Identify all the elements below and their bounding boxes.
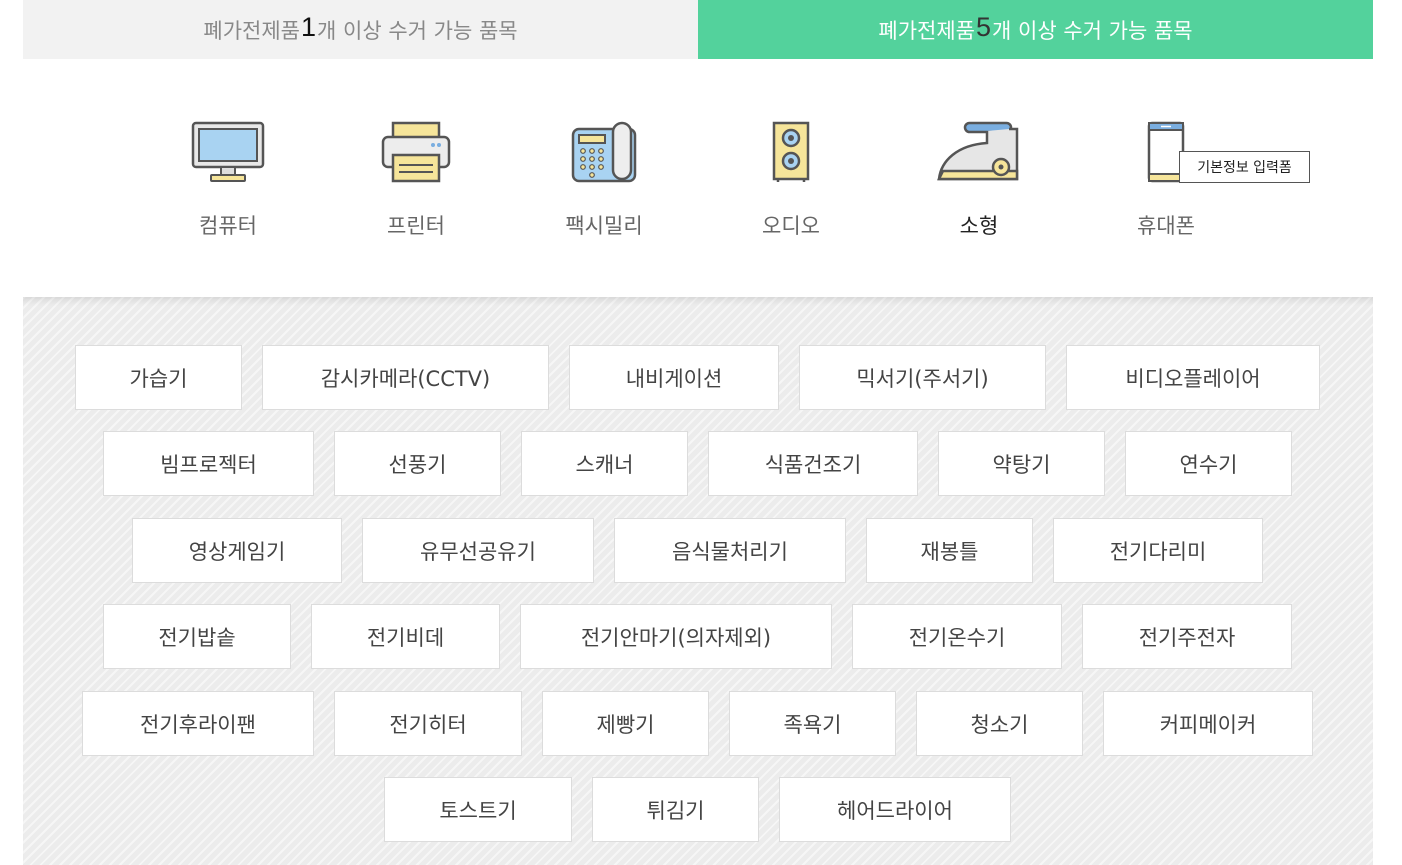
category-label: 휴대폰: [1137, 214, 1195, 238]
tab-1-plus-items[interactable]: 폐가전제품 1개 이상 수거 가능 품목: [23, 0, 698, 59]
item-button[interactable]: 전기안마기(의자제외): [520, 604, 832, 669]
item-button[interactable]: 식품건조기: [708, 431, 918, 496]
item-button[interactable]: 선풍기: [334, 431, 501, 496]
item-button[interactable]: 내비게이션: [569, 345, 779, 410]
item-button[interactable]: 튀김기: [592, 777, 759, 842]
item-button[interactable]: 전기비데: [311, 604, 500, 669]
item-button[interactable]: 전기온수기: [852, 604, 1062, 669]
tab-1-prefix: 폐가전제품: [203, 18, 300, 43]
printer-icon: [336, 117, 496, 183]
item-row: 영상게임기 유무선공유기 음식물처리기 재봉틀 전기다리미: [23, 518, 1373, 583]
tab-1-count: 1: [300, 12, 317, 42]
category-audio[interactable]: 오디오: [711, 117, 871, 240]
item-button[interactable]: 재봉틀: [866, 518, 1033, 583]
tab-5-suffix: 개 이상 수거 가능 품목: [992, 18, 1193, 43]
category-label: 컴퓨터: [199, 214, 257, 238]
category-small-appliance[interactable]: 소형: [899, 117, 1059, 244]
item-button[interactable]: 영상게임기: [132, 518, 342, 583]
category-computer[interactable]: 컴퓨터: [148, 117, 308, 240]
item-row: 전기후라이팬 전기히터 제빵기 족욕기 청소기 커피메이커: [23, 691, 1373, 756]
item-row: 가습기 감시카메라(CCTV) 내비게이션 믹서기(주서기) 비디오플레이어: [23, 345, 1373, 410]
category-fax[interactable]: 팩시밀리: [524, 117, 684, 240]
item-button[interactable]: 비디오플레이어: [1066, 345, 1320, 410]
category-label: 프린터: [387, 214, 445, 238]
item-button[interactable]: 믹서기(주서기): [799, 345, 1046, 410]
item-row: 전기밥솥 전기비데 전기안마기(의자제외) 전기온수기 전기주전자: [23, 604, 1373, 669]
item-button[interactable]: 토스트기: [384, 777, 572, 842]
item-button[interactable]: 청소기: [916, 691, 1083, 756]
tab-5-plus-items[interactable]: 폐가전제품 5개 이상 수거 가능 품목: [698, 0, 1373, 59]
item-button[interactable]: 스캐너: [521, 431, 688, 496]
category-selector: 컴퓨터 프린터 팩시밀리 오디오 소형 휴대폰 기본정보 입력폼: [23, 59, 1373, 297]
item-button[interactable]: 유무선공유기: [362, 518, 594, 583]
iron-icon: [899, 117, 1059, 183]
monitor-icon: [148, 117, 308, 183]
category-label: 팩시밀리: [565, 214, 643, 238]
item-button[interactable]: 전기밥솥: [103, 604, 291, 669]
item-button[interactable]: 음식물처리기: [614, 518, 846, 583]
item-button[interactable]: 전기다리미: [1053, 518, 1263, 583]
item-button[interactable]: 빔프로젝터: [103, 431, 314, 496]
category-printer[interactable]: 프린터: [336, 117, 496, 240]
category-label: 오디오: [762, 214, 820, 238]
item-row: 토스트기 튀김기 헤어드라이어: [23, 777, 1373, 842]
item-button[interactable]: 연수기: [1125, 431, 1292, 496]
tooltip: 기본정보 입력폼: [1179, 151, 1310, 183]
fax-icon: [524, 117, 684, 183]
item-button[interactable]: 가습기: [75, 345, 242, 410]
category-label: 소형: [956, 210, 1003, 244]
speaker-icon: [711, 117, 871, 183]
item-button[interactable]: 헤어드라이어: [779, 777, 1011, 842]
item-button[interactable]: 약탕기: [938, 431, 1105, 496]
item-row: 빔프로젝터 선풍기 스캐너 식품건조기 약탕기 연수기: [23, 431, 1373, 496]
tab-1-suffix: 개 이상 수거 가능 품목: [317, 18, 518, 43]
item-button[interactable]: 족욕기: [729, 691, 896, 756]
item-button[interactable]: 전기후라이팬: [82, 691, 314, 756]
tab-5-prefix: 폐가전제품: [878, 18, 975, 43]
tab-bar: 폐가전제품 1개 이상 수거 가능 품목 폐가전제품 5개 이상 수거 가능 품…: [23, 0, 1373, 59]
item-button[interactable]: 제빵기: [542, 691, 709, 756]
item-button[interactable]: 전기히터: [334, 691, 522, 756]
item-button[interactable]: 감시카메라(CCTV): [262, 345, 549, 410]
item-button[interactable]: 커피메이커: [1103, 691, 1313, 756]
item-grid: 가습기 감시카메라(CCTV) 내비게이션 믹서기(주서기) 비디오플레이어 빔…: [23, 297, 1373, 865]
item-button[interactable]: 전기주전자: [1082, 604, 1292, 669]
tab-5-count: 5: [975, 12, 992, 42]
